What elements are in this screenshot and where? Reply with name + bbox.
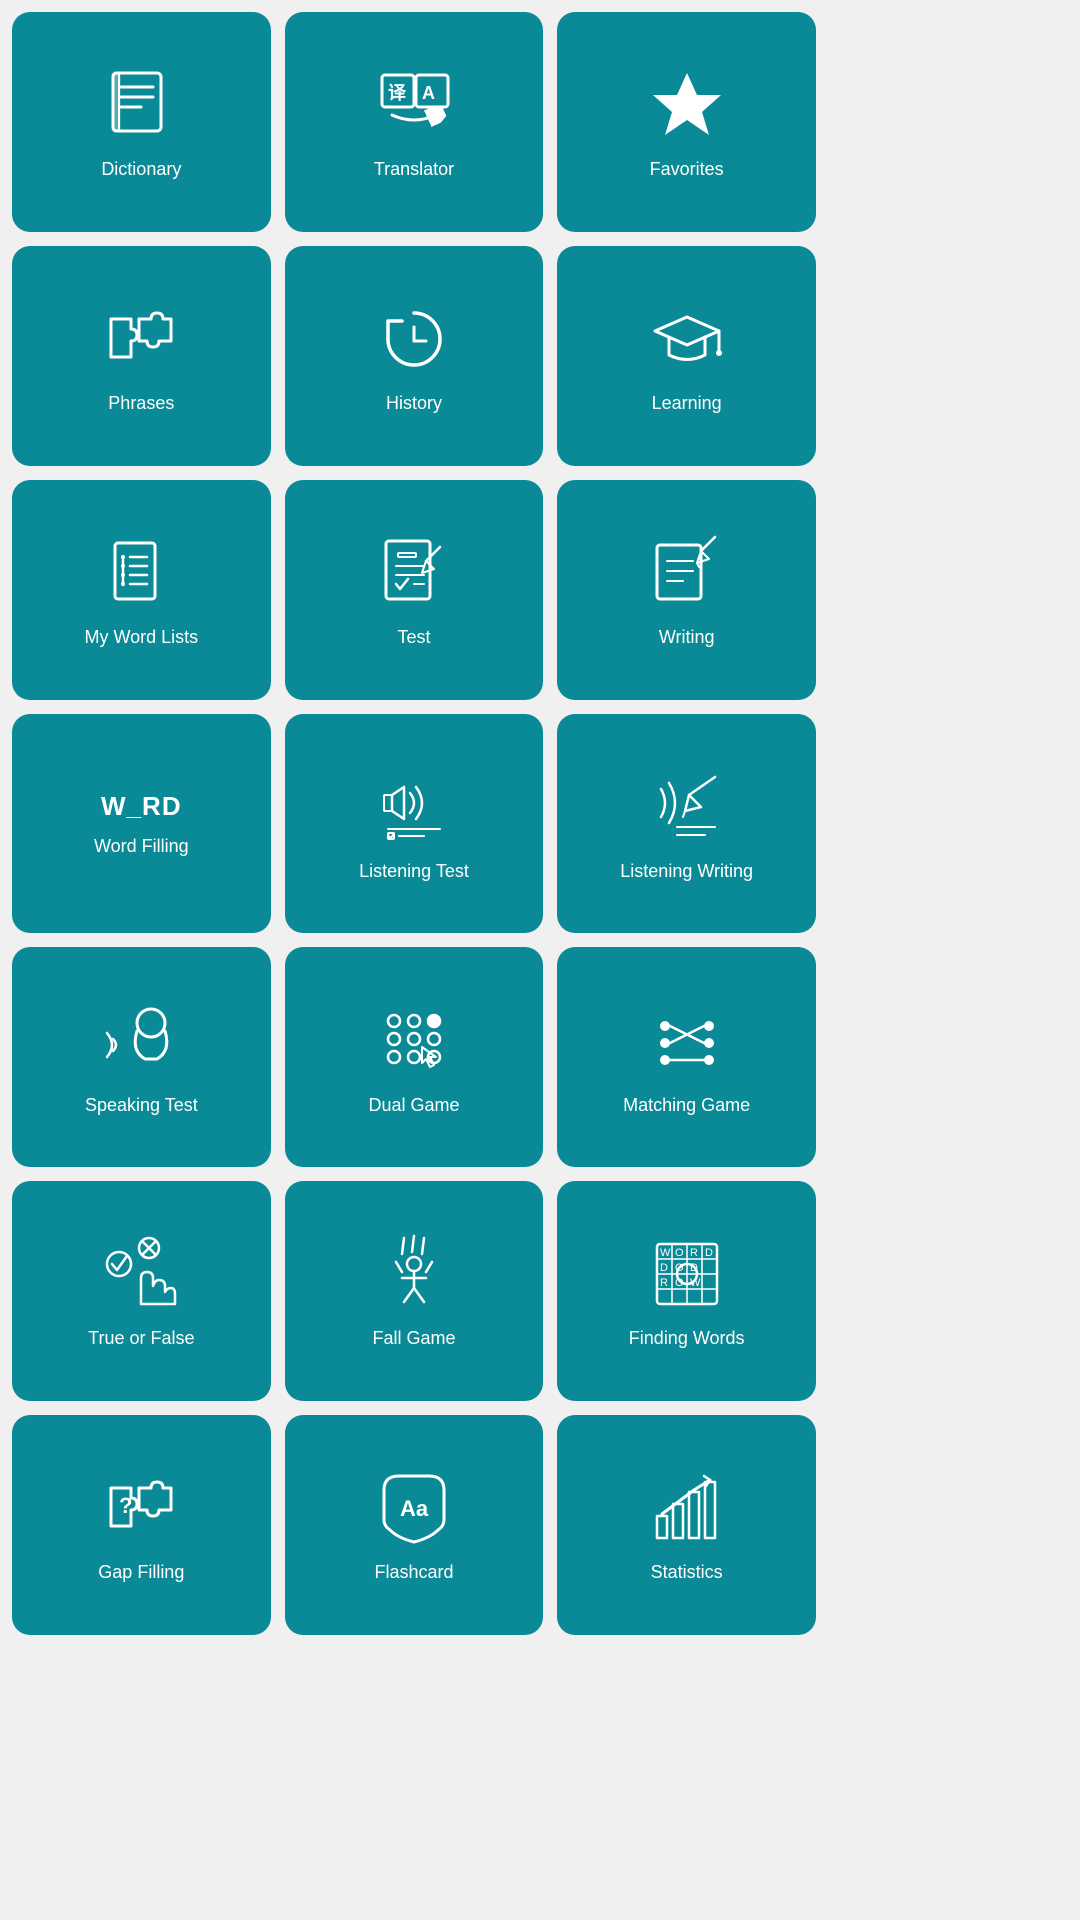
tile-my-word-lists[interactable]: My Word Lists	[12, 480, 271, 700]
trueorfalse-label: True or False	[88, 1328, 194, 1350]
translator-label: Translator	[374, 159, 454, 181]
tile-translator[interactable]: 译 A Translator	[285, 12, 544, 232]
wordfilling-label: Word Filling	[94, 836, 189, 858]
test-label: Test	[397, 627, 430, 649]
tile-statistics[interactable]: Statistics	[557, 1415, 816, 1635]
flashcard-label: Flashcard	[374, 1562, 453, 1584]
listeningtest-icon	[374, 767, 454, 847]
phrases-label: Phrases	[108, 393, 174, 415]
learning-icon	[647, 299, 727, 379]
dictionary-icon	[101, 65, 181, 145]
tile-dual-game[interactable]: Dual Game	[285, 947, 544, 1167]
svg-text:Aa: Aa	[400, 1496, 429, 1521]
listeningtest-label: Listening Test	[359, 861, 469, 883]
tile-true-or-false[interactable]: True or False	[12, 1181, 271, 1401]
findingwords-label: Finding Words	[629, 1328, 745, 1350]
listeningwriting-icon	[647, 767, 727, 847]
learning-label: Learning	[652, 393, 722, 415]
tile-finding-words[interactable]: W O R D D O D R O W Finding Words	[557, 1181, 816, 1401]
findingwords-icon: W O R D D O D R O W	[647, 1234, 727, 1314]
writing-icon	[647, 533, 727, 613]
favorites-label: Favorites	[650, 159, 724, 181]
gapfilling-label: Gap Filling	[98, 1562, 184, 1584]
matchinggame-icon	[647, 1001, 727, 1081]
svg-text:A: A	[422, 83, 435, 103]
tile-listening-test[interactable]: Listening Test	[285, 714, 544, 934]
tile-writing[interactable]: Writing	[557, 480, 816, 700]
svg-text:?: ?	[119, 1493, 132, 1518]
fallgame-label: Fall Game	[372, 1328, 455, 1350]
dualgame-icon	[374, 1001, 454, 1081]
statistics-icon	[647, 1468, 727, 1548]
wordfilling-icon: W_RD	[101, 791, 182, 822]
wordlists-icon	[101, 533, 181, 613]
trueorfalse-icon	[101, 1234, 181, 1314]
svg-text:D: D	[660, 1262, 668, 1274]
app-grid: Dictionary 译 A Translator	[12, 12, 816, 1635]
flashcard-icon: Aa	[374, 1468, 454, 1548]
tile-fall-game[interactable]: Fall Game	[285, 1181, 544, 1401]
svg-text:译: 译	[388, 83, 407, 103]
tile-matching-game[interactable]: Matching Game	[557, 947, 816, 1167]
speakingtest-icon	[101, 1001, 181, 1081]
tile-history[interactable]: History	[285, 246, 544, 466]
matchinggame-label: Matching Game	[623, 1095, 750, 1117]
svg-text:W: W	[660, 1247, 671, 1259]
phrases-icon	[101, 299, 181, 379]
tile-test[interactable]: Test	[285, 480, 544, 700]
svg-text:R: R	[660, 1277, 668, 1289]
tile-flashcard[interactable]: Aa Flashcard	[285, 1415, 544, 1635]
history-label: History	[386, 393, 442, 415]
svg-text:O: O	[675, 1247, 684, 1259]
history-icon	[374, 299, 454, 379]
tile-word-filling[interactable]: W_RD Word Filling	[12, 714, 271, 934]
tile-listening-writing[interactable]: Listening Writing	[557, 714, 816, 934]
svg-text:R: R	[690, 1247, 698, 1259]
favorites-icon	[647, 65, 727, 145]
test-icon	[374, 533, 454, 613]
tile-speaking-test[interactable]: Speaking Test	[12, 947, 271, 1167]
translator-icon: 译 A	[374, 65, 454, 145]
tile-favorites[interactable]: Favorites	[557, 12, 816, 232]
gapfilling-icon: ?	[101, 1468, 181, 1548]
tile-dictionary[interactable]: Dictionary	[12, 12, 271, 232]
tile-gap-filling[interactable]: ? Gap Filling	[12, 1415, 271, 1635]
svg-text:D: D	[705, 1247, 713, 1259]
tile-phrases[interactable]: Phrases	[12, 246, 271, 466]
wordlists-label: My Word Lists	[84, 627, 198, 649]
listeningwriting-label: Listening Writing	[620, 861, 753, 883]
dictionary-label: Dictionary	[101, 159, 181, 181]
dualgame-label: Dual Game	[368, 1095, 459, 1117]
fallgame-icon	[374, 1234, 454, 1314]
writing-label: Writing	[659, 627, 715, 649]
statistics-label: Statistics	[651, 1562, 723, 1584]
speakingtest-label: Speaking Test	[85, 1095, 198, 1117]
tile-learning[interactable]: Learning	[557, 246, 816, 466]
